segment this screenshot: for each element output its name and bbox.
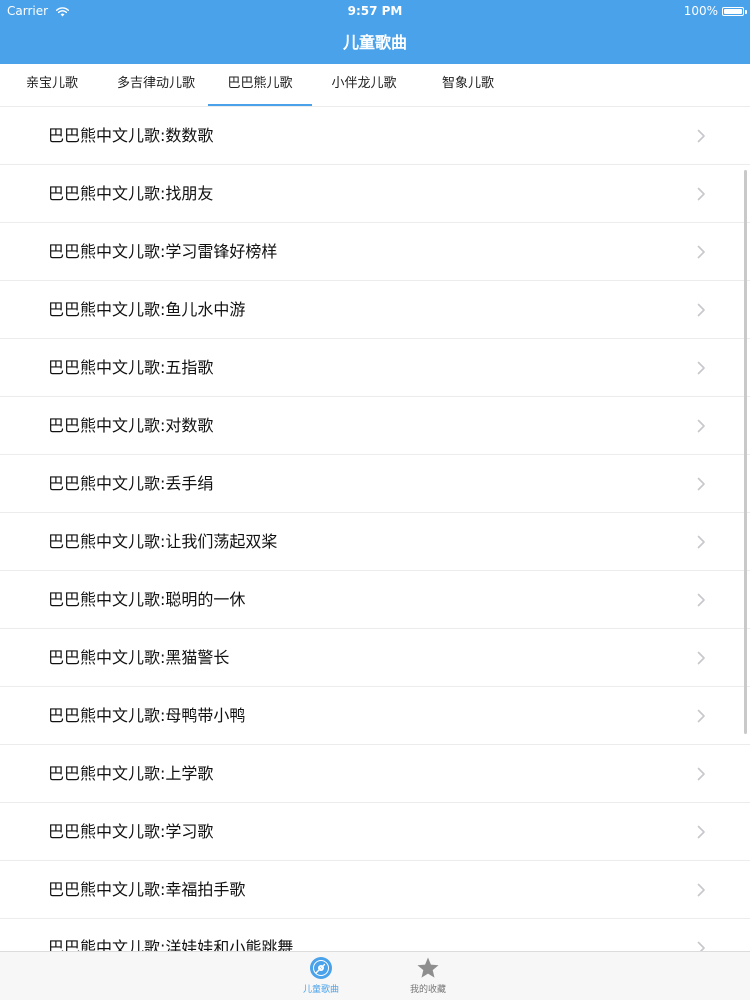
- chevron-right-icon: [697, 767, 705, 781]
- song-row[interactable]: 巴巴熊中文儿歌:对数歌: [0, 397, 750, 455]
- chevron-right-icon: [697, 245, 705, 259]
- scrollbar[interactable]: [744, 170, 747, 734]
- song-title: 巴巴熊中文儿歌:幸福拍手歌: [48, 880, 246, 899]
- tabbar-label-favorites: 我的收藏: [409, 985, 446, 995]
- chevron-right-icon: [697, 187, 705, 201]
- song-row[interactable]: 巴巴熊中文儿歌:数数歌: [0, 107, 750, 165]
- tab-bar: 儿童歌曲 我的收藏: [0, 951, 750, 1000]
- category-tabs: 亲宝儿歌 多吉律动儿歌 巴巴熊儿歌 小伴龙儿歌 智象儿歌: [0, 64, 521, 107]
- tab-category-0[interactable]: 亲宝儿歌: [0, 64, 104, 106]
- tabbar-item-favorites[interactable]: 我的收藏: [398, 956, 458, 1000]
- status-time: 9:57 PM: [347, 4, 403, 18]
- chevron-right-icon: [697, 651, 705, 665]
- song-title: 巴巴熊中文儿歌:上学歌: [48, 764, 214, 783]
- tab-category-2[interactable]: 巴巴熊儿歌: [208, 64, 312, 107]
- song-row[interactable]: 巴巴熊中文儿歌:聪明的一休: [0, 571, 750, 629]
- song-title: 巴巴熊中文儿歌:学习雷锋好榜样: [48, 242, 278, 261]
- song-title: 巴巴熊中文儿歌:洋娃娃和小熊跳舞: [48, 938, 294, 953]
- song-title: 巴巴熊中文儿歌:找朋友: [48, 184, 214, 203]
- page-title: 儿童歌曲: [342, 33, 407, 52]
- battery-indicator: 100%: [683, 0, 747, 22]
- song-row[interactable]: 巴巴熊中文儿歌:学习雷锋好榜样: [0, 223, 750, 281]
- song-row[interactable]: 巴巴熊中文儿歌:让我们荡起双桨: [0, 513, 750, 571]
- chevron-right-icon: [697, 419, 705, 433]
- music-disc-icon: [310, 957, 332, 979]
- song-title: 巴巴熊中文儿歌:黑猫警长: [48, 648, 230, 667]
- battery-icon: [722, 6, 747, 16]
- song-row[interactable]: 巴巴熊中文儿歌:上学歌: [0, 745, 750, 803]
- chevron-right-icon: [697, 709, 705, 723]
- song-title: 巴巴熊中文儿歌:对数歌: [48, 416, 214, 435]
- song-row[interactable]: 巴巴熊中文儿歌:学习歌: [0, 803, 750, 861]
- chevron-right-icon: [697, 129, 705, 143]
- tab-category-3[interactable]: 小伴龙儿歌: [312, 64, 416, 106]
- song-row[interactable]: 巴巴熊中文儿歌:五指歌: [0, 339, 750, 397]
- battery-fill: [724, 8, 742, 14]
- song-title: 巴巴熊中文儿歌:数数歌: [48, 126, 214, 145]
- song-title: 巴巴熊中文儿歌:母鸭带小鸭: [48, 706, 246, 725]
- star-icon: [417, 957, 439, 978]
- battery-nub: [745, 9, 747, 14]
- chevron-right-icon: [697, 883, 705, 897]
- chevron-right-icon: [697, 593, 705, 607]
- battery-percent: 100%: [683, 4, 718, 18]
- chevron-right-icon: [697, 361, 705, 375]
- song-title: 巴巴熊中文儿歌:让我们荡起双桨: [48, 532, 278, 551]
- song-title: 巴巴熊中文儿歌:学习歌: [48, 822, 214, 841]
- song-row[interactable]: 巴巴熊中文儿歌:黑猫警长: [0, 629, 750, 687]
- song-title: 巴巴熊中文儿歌:聪明的一休: [48, 590, 246, 609]
- song-row[interactable]: 巴巴熊中文儿歌:洋娃娃和小熊跳舞: [0, 919, 750, 953]
- song-title: 巴巴熊中文儿歌:丢手绢: [48, 474, 214, 493]
- song-row[interactable]: 巴巴熊中文儿歌:找朋友: [0, 165, 750, 223]
- tabbar-item-songs[interactable]: 儿童歌曲: [291, 956, 351, 1000]
- tabbar-label-songs: 儿童歌曲: [302, 985, 339, 995]
- status-bar: Carrier 9:57 PM 100%: [0, 0, 750, 22]
- header: Carrier 9:57 PM 100% 儿童歌曲: [0, 0, 750, 64]
- chevron-right-icon: [697, 825, 705, 839]
- chevron-right-icon: [697, 535, 705, 549]
- song-row[interactable]: 巴巴熊中文儿歌:母鸭带小鸭: [0, 687, 750, 745]
- app-screen: Carrier 9:57 PM 100% 儿童歌曲 亲宝儿歌 多吉律动儿歌 巴巴熊儿…: [0, 0, 750, 1000]
- song-title: 巴巴熊中文儿歌:五指歌: [48, 358, 214, 377]
- song-row[interactable]: 巴巴熊中文儿歌:幸福拍手歌: [0, 861, 750, 919]
- chevron-right-icon: [697, 477, 705, 491]
- song-title: 巴巴熊中文儿歌:鱼儿水中游: [48, 300, 246, 319]
- song-row[interactable]: 巴巴熊中文儿歌:鱼儿水中游: [0, 281, 750, 339]
- song-list[interactable]: 巴巴熊中文儿歌:数数歌 巴巴熊中文儿歌:找朋友 巴巴熊中文儿歌:学习雷锋好榜样 巴巴熊…: [0, 106, 750, 953]
- chevron-right-icon: [697, 303, 705, 317]
- song-row[interactable]: 巴巴熊中文儿歌:丢手绢: [0, 455, 750, 513]
- tab-category-4[interactable]: 智象儿歌: [416, 64, 520, 106]
- tab-category-1[interactable]: 多吉律动儿歌: [104, 64, 208, 106]
